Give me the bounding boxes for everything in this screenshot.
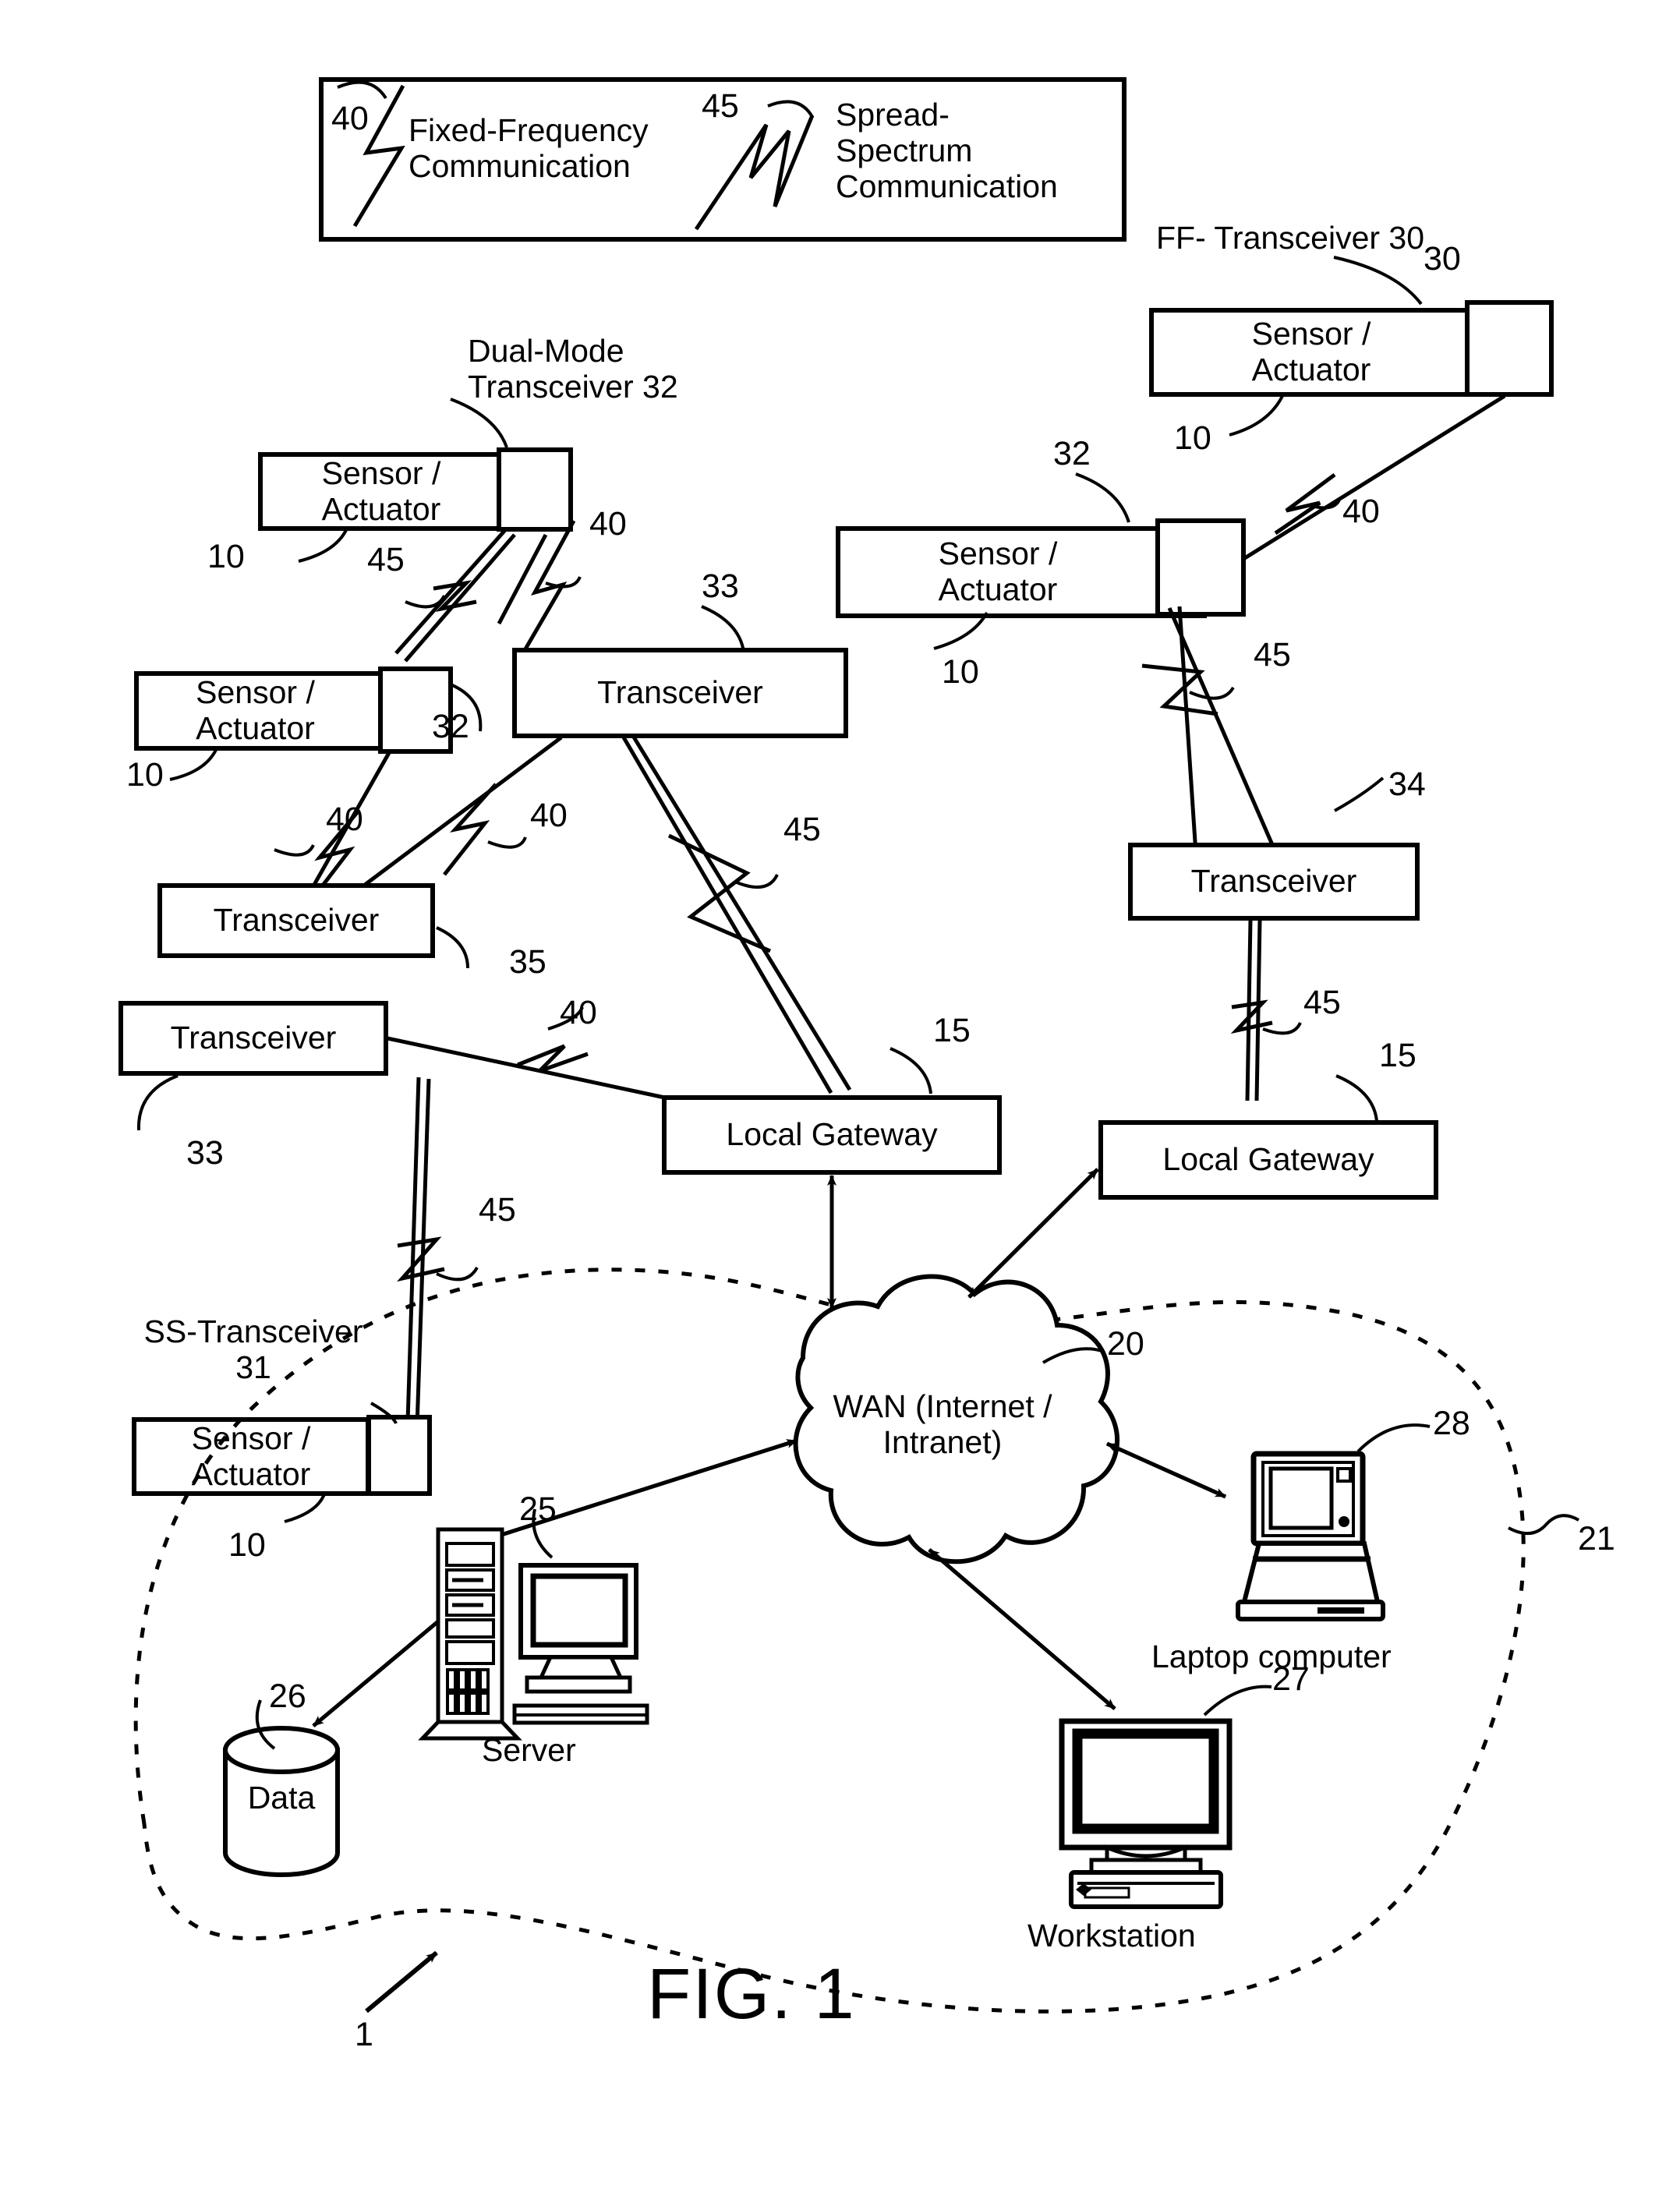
ref-10-c: 10 [207, 538, 245, 575]
ref-20: 20 [1107, 1325, 1144, 1363]
legend-ref-40: 40 [331, 100, 369, 137]
link-ref-45-d: 45 [1254, 636, 1291, 674]
link-ref-45-c: 45 [479, 1191, 516, 1229]
transceiver-node-35[interactable] [157, 883, 435, 958]
ref-33-lower: 33 [186, 1134, 224, 1172]
ref-32-second: 32 [432, 708, 469, 745]
ref-34: 34 [1388, 765, 1426, 803]
figure-title: FIG. 1 [647, 1954, 856, 2034]
workstation-icon[interactable] [1059, 1718, 1233, 1909]
system-ref-1: 1 [355, 2016, 373, 2053]
local-gateway-right[interactable] [1098, 1120, 1438, 1200]
transceiver-stub-32-left [497, 447, 573, 532]
ref-10-d: 10 [126, 756, 164, 794]
server-label: Server [482, 1732, 576, 1768]
ref-28: 28 [1433, 1405, 1470, 1442]
transceiver-stub-30 [1465, 300, 1554, 397]
transceiver-node-33[interactable] [512, 648, 848, 738]
ref-10-a: 10 [1174, 419, 1211, 457]
ref-15-right: 15 [1379, 1037, 1417, 1074]
transceiver-stub-32-right [1155, 518, 1246, 617]
transceiver-node-34[interactable] [1128, 843, 1420, 921]
link-ref-40-a: 40 [1342, 493, 1380, 530]
local-gateway-left[interactable] [662, 1095, 1002, 1175]
link-ref-40-d: 40 [530, 797, 568, 834]
ref-25: 25 [519, 1490, 557, 1528]
link-ref-40-b: 40 [589, 505, 627, 543]
ref-30: 30 [1424, 240, 1461, 278]
sensor-actuator-node-30[interactable] [1149, 300, 1554, 397]
link-ref-45-e: 45 [1303, 984, 1341, 1021]
workstation-label: Workstation [1027, 1918, 1196, 1953]
ref-15-left: 15 [933, 1012, 971, 1049]
laptop-label: Laptop computer [1151, 1639, 1392, 1674]
transceiver-node-33-lower[interactable] [118, 1001, 388, 1076]
sensor-actuator-node-32-right[interactable] [836, 518, 1246, 618]
link-ref-40-e: 40 [560, 994, 597, 1031]
sensor-actuator-node-32-left[interactable] [258, 447, 573, 532]
laptop-icon[interactable] [1236, 1451, 1385, 1621]
link-ref-40-c: 40 [326, 801, 363, 838]
ref-35: 35 [509, 943, 546, 981]
ref-33-mid: 33 [702, 567, 739, 605]
transceiver-stub-31 [366, 1415, 432, 1496]
link-ref-45-b: 45 [783, 811, 821, 848]
patent-figure-1 [0, 0, 1680, 2185]
ff-transceiver-caption: FF- Transceiver 30 [1156, 220, 1425, 256]
sensor-actuator-node-31[interactable] [132, 1415, 432, 1496]
ref-26: 26 [269, 1678, 306, 1715]
ref-32-right: 32 [1053, 435, 1091, 472]
link-ref-45-a: 45 [367, 541, 405, 578]
ref-27: 27 [1272, 1660, 1310, 1698]
data-store-icon[interactable] [223, 1726, 340, 1877]
legend-ref-45: 45 [702, 87, 739, 125]
ref-10-e: 10 [228, 1526, 266, 1564]
sensor-actuator-node-32-second[interactable] [134, 666, 453, 754]
ref-10-b: 10 [942, 653, 979, 691]
ref-21: 21 [1578, 1520, 1615, 1557]
